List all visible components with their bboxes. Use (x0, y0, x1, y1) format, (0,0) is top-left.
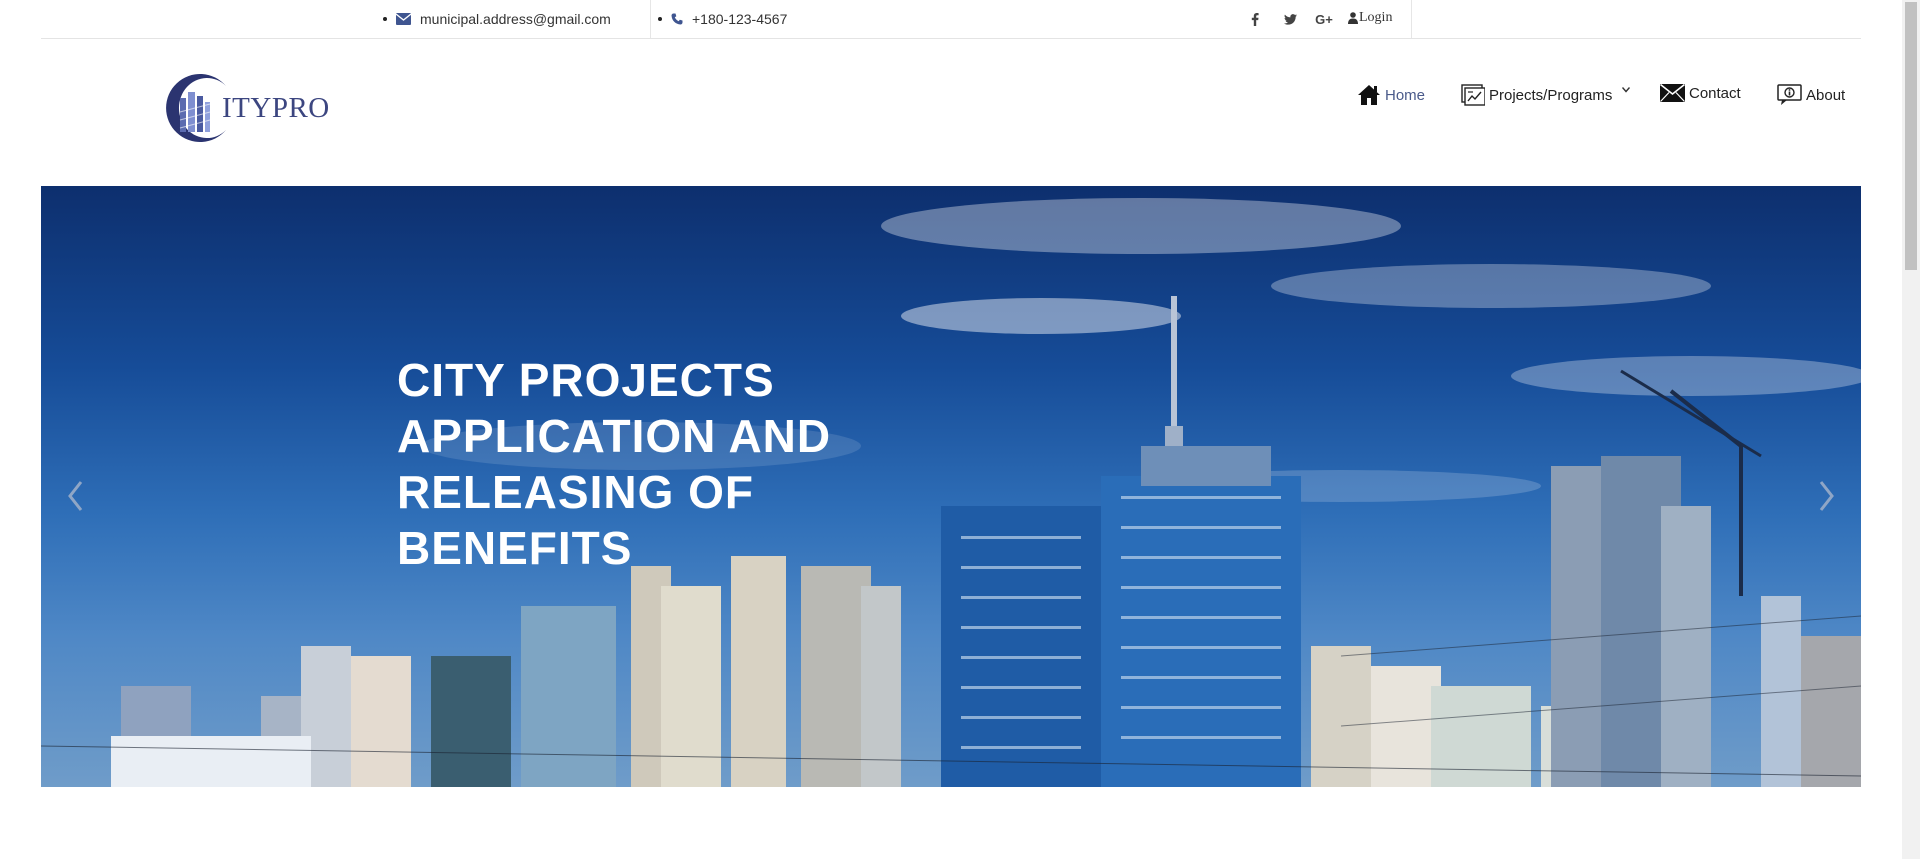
envelope-icon (1660, 84, 1685, 102)
envelope-icon (396, 13, 411, 25)
phone-text[interactable]: +180-123-4567 (692, 11, 787, 27)
login-link[interactable]: Login (1348, 10, 1392, 26)
site-logo[interactable]: ITYPRO (158, 72, 330, 144)
user-icon (1348, 12, 1358, 24)
phone-icon (671, 13, 683, 25)
chevron-left-icon (68, 481, 83, 511)
logo-mark (166, 74, 226, 142)
nav-home-label: Home (1385, 86, 1426, 104)
home-icon (1358, 85, 1380, 105)
nav-projects-label: Projects/Programs (1489, 86, 1613, 104)
facebook-link[interactable] (1247, 11, 1263, 27)
hero-title: CITY PROJECTS APPLICATION AND RELEASING … (397, 354, 832, 574)
twitter-link[interactable] (1281, 11, 1299, 27)
nav-home[interactable]: Home (1357, 84, 1425, 106)
nav-contact[interactable]: Contact (1660, 84, 1741, 102)
divider (1411, 0, 1412, 38)
page-scrollbar[interactable] (1902, 0, 1920, 859)
top-bar-rule (41, 38, 1861, 39)
phone-contact[interactable]: +180-123-4567 (658, 11, 787, 27)
projects-icon (1461, 84, 1485, 106)
carousel-next-button[interactable] (1811, 476, 1841, 516)
chevron-right-icon (1819, 481, 1834, 511)
bullet (383, 17, 387, 21)
facebook-icon (1251, 12, 1259, 26)
login-label[interactable]: Login (1359, 10, 1392, 26)
nav-contact-label: Contact (1689, 84, 1741, 102)
nav-about-label: About (1806, 86, 1846, 104)
google-plus-icon: G+ (1315, 11, 1333, 27)
scrollbar-thumb[interactable] (1905, 2, 1917, 270)
carousel-prev-button[interactable] (61, 476, 91, 516)
email-contact[interactable]: municipal.address@gmail.com (383, 11, 611, 27)
logo-text: ITYPRO (222, 92, 330, 124)
hero-carousel: CITY PROJECTS APPLICATION AND RELEASING … (41, 186, 1861, 787)
divider (650, 0, 651, 38)
bullet (658, 17, 662, 21)
twitter-icon (1283, 13, 1297, 25)
google-plus-link[interactable]: G+ (1313, 11, 1335, 27)
nav-about[interactable]: About (1777, 84, 1845, 106)
email-text[interactable]: municipal.address@gmail.com (420, 11, 611, 27)
nav-projects[interactable]: Projects/Programs (1461, 84, 1634, 106)
chevron-down-icon (1622, 87, 1631, 93)
about-icon (1777, 84, 1802, 105)
top-bar: municipal.address@gmail.com +180-123-456… (0, 0, 1902, 39)
